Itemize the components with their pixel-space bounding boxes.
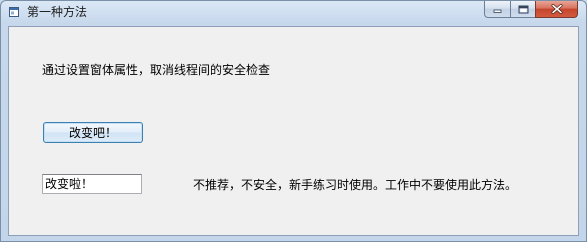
result-textbox[interactable]: 改变啦！ — [42, 174, 142, 194]
caption-buttons — [484, 1, 578, 19]
description-label: 通过设置窗体属性，取消线程间的安全检查 — [42, 63, 271, 77]
change-button[interactable]: 改变吧！ — [43, 122, 143, 143]
app-window: 第一种方法 通过设置窗体属性，取消线程间的安全检查 改变吧！ 改变啦！ 不推荐，… — [0, 0, 587, 242]
form-client-area: 通过设置窗体属性，取消线程间的安全检查 改变吧！ 改变啦！ 不推荐，不安全，新手… — [8, 26, 579, 236]
maximize-icon — [518, 5, 528, 13]
window-app-icon — [9, 7, 19, 17]
minimize-icon — [493, 9, 501, 13]
minimize-button[interactable] — [484, 1, 510, 18]
close-button[interactable] — [535, 1, 578, 18]
title-bar[interactable]: 第一种方法 — [1, 1, 586, 25]
maximize-button[interactable] — [510, 1, 535, 18]
note-label: 不推荐，不安全，新手练习时使用。工作中不要使用此方法。 — [193, 178, 518, 192]
window-title: 第一种方法 — [27, 5, 88, 19]
close-icon — [551, 4, 562, 14]
